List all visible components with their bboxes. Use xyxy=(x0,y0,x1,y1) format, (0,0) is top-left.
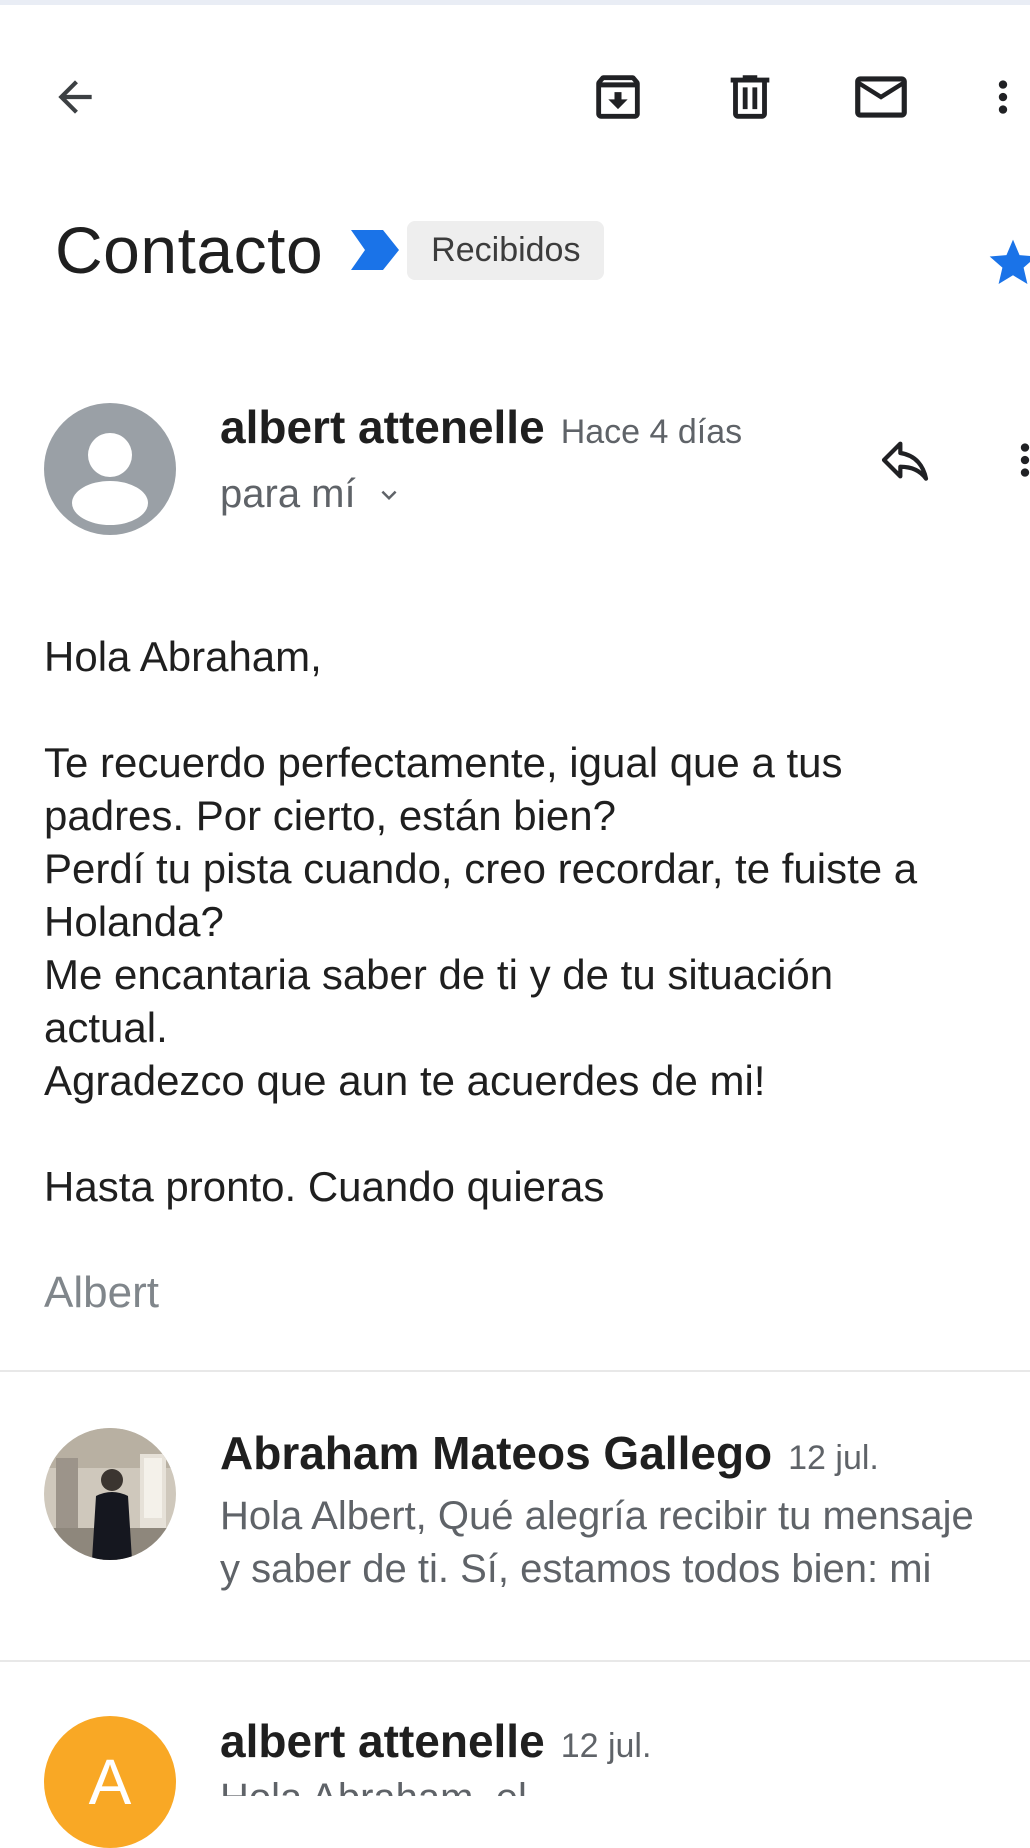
body-line: Me encantaria saber de ti y de tu situac… xyxy=(44,951,834,998)
snippet-line: y saber de ti. Sí, estamos todos bien: m… xyxy=(220,1547,932,1591)
label-chip-inbox[interactable]: Recibidos xyxy=(407,220,605,280)
snippet-line: Hola Albert, Qué alegría recibir tu mens… xyxy=(220,1494,974,1538)
sender-avatar-photo[interactable] xyxy=(44,1428,176,1560)
delete-button[interactable] xyxy=(715,62,785,132)
archive-icon xyxy=(596,75,640,119)
message-body: Hola Abraham, Te recuerdo perfectamente,… xyxy=(44,630,1004,1213)
body-line: Agradezco que aun te acuerdes de mi! xyxy=(44,1057,766,1104)
body-line: actual. xyxy=(44,1004,168,1051)
chevron-down-icon xyxy=(381,490,397,500)
recipient-label: para mí xyxy=(220,472,356,516)
trash-icon xyxy=(730,75,770,119)
archive-button[interactable] xyxy=(583,62,653,132)
person-icon xyxy=(72,433,148,525)
message-more-button[interactable] xyxy=(1000,430,1030,490)
sender-row: albert attenelle Hace 4 días xyxy=(220,400,742,454)
message-date: Hace 4 días xyxy=(560,413,743,451)
subject-title: Contacto xyxy=(55,213,324,287)
reply-icon xyxy=(881,441,929,481)
signature: Albert xyxy=(44,1268,159,1317)
thread-message-header[interactable]: Abraham Mateos Gallego 12 jul. xyxy=(220,1426,879,1480)
reply-button[interactable] xyxy=(870,430,940,490)
more-options-button[interactable] xyxy=(975,62,1030,132)
importance-marker-icon[interactable] xyxy=(351,228,400,272)
thread-date: 12 jul. xyxy=(788,1439,879,1477)
sender-avatar-letter[interactable]: A xyxy=(44,1716,176,1848)
thread-message-header[interactable]: albert attenelle 12 jul. xyxy=(220,1714,651,1768)
subject-row: Contacto Recibidos xyxy=(55,205,605,295)
star-icon[interactable] xyxy=(985,235,1030,296)
thread-snippet[interactable]: Hola Albert, Qué alegría recibir tu mens… xyxy=(220,1490,1030,1596)
status-strip xyxy=(0,0,1030,5)
sender-name[interactable]: albert attenelle xyxy=(220,400,545,454)
divider xyxy=(0,1370,1030,1372)
body-greeting: Hola Abraham, xyxy=(44,633,322,680)
arrow-left-icon xyxy=(58,80,92,114)
mark-unread-button[interactable] xyxy=(846,62,916,132)
divider xyxy=(0,1660,1030,1662)
body-line: padres. Por cierto, están bien? xyxy=(44,792,617,839)
body-line: Holanda? xyxy=(44,898,224,945)
thread-snippet[interactable]: Hola Abraham, el xyxy=(220,1776,1030,1796)
thread-sender-name: Abraham Mateos Gallego xyxy=(220,1427,773,1479)
body-line: Perdí tu pista cuando, creo recordar, te… xyxy=(44,845,918,892)
recipient-toggle[interactable]: para mí xyxy=(220,472,404,517)
body-closing: Hasta pronto. Cuando quieras xyxy=(44,1163,605,1210)
mail-icon xyxy=(855,76,907,118)
toolbar xyxy=(0,40,1030,150)
body-line: Te recuerdo perfectamente, igual que a t… xyxy=(44,739,843,786)
back-button[interactable] xyxy=(40,62,110,132)
more-vertical-icon xyxy=(998,80,1007,114)
thread-sender-name: albert attenelle xyxy=(220,1715,545,1767)
more-vertical-icon xyxy=(1020,443,1030,477)
thread-date: 12 jul. xyxy=(560,1727,652,1765)
sender-avatar[interactable] xyxy=(44,403,176,535)
